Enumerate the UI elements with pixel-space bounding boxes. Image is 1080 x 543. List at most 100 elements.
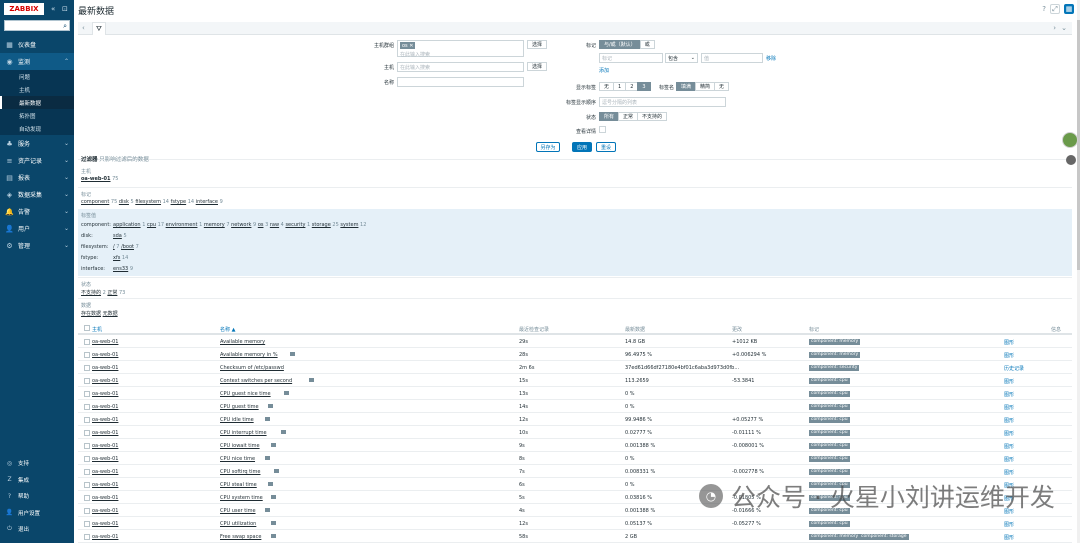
row-checkbox[interactable]	[84, 339, 90, 345]
nav-item[interactable]: ◈ 数据采集 ⌄	[0, 186, 74, 203]
nav-item[interactable]: ♣ 服务 ⌄	[0, 135, 74, 152]
show_tags_opts-option[interactable]: 3	[637, 82, 651, 91]
description-icon[interactable]	[274, 469, 280, 473]
help-icon[interactable]: ?	[1042, 5, 1046, 13]
row-host[interactable]: oa-web-01	[92, 365, 118, 371]
row-host[interactable]: oa-web-01	[92, 391, 118, 397]
row-name[interactable]: CPU iowait time	[220, 443, 260, 449]
bottom-nav-item[interactable]: ◎ 支持	[0, 455, 74, 472]
row-tag[interactable]: component: cpu	[809, 469, 850, 475]
row-graph-link[interactable]: 图形	[1004, 378, 1014, 385]
row-graph-link[interactable]: 图形	[1004, 391, 1014, 398]
description-icon[interactable]	[280, 430, 286, 434]
row-graph-link[interactable]: 图形	[1004, 430, 1014, 437]
collapse-sidebar-icon[interactable]: «	[51, 5, 55, 13]
row-checkbox[interactable]	[84, 404, 90, 410]
nav-item[interactable]: ≡ 资产记录 ⌄	[0, 152, 74, 169]
tag-value[interactable]: environment	[166, 222, 198, 228]
nav-item[interactable]: ▦ 仪表盘	[0, 36, 74, 53]
tag_name_opts-option[interactable]: 填满	[676, 82, 697, 91]
description-icon[interactable]	[290, 352, 296, 356]
host-input[interactable]: 在此输入搜索	[397, 62, 524, 72]
tag-value[interactable]: xfs	[113, 255, 120, 261]
row-host[interactable]: oa-web-01	[92, 495, 118, 501]
row-graph-link[interactable]: 图形	[1004, 456, 1014, 463]
chevron-down-icon[interactable]: ⌄	[1061, 24, 1067, 32]
bottom-nav-item[interactable]: 👤 用户设置	[0, 505, 74, 522]
row-tag[interactable]: component: storage	[859, 534, 909, 540]
row-name[interactable]: Available memory	[220, 339, 265, 345]
bottom-nav-item[interactable]: ⏻ 退出	[0, 521, 74, 538]
row-tag[interactable]: component: cpu	[809, 521, 850, 527]
subfilter-host[interactable]: oa-web-01	[81, 176, 111, 182]
row-tag[interactable]: component: security	[809, 365, 860, 371]
tag-value[interactable]: /	[113, 244, 115, 250]
description-icon[interactable]	[264, 417, 270, 421]
row-name[interactable]: CPU system time	[220, 495, 263, 501]
row-name[interactable]: CPU guest time	[220, 404, 259, 410]
row-name[interactable]: CPU interrupt time	[220, 430, 267, 436]
row-name[interactable]: CPU guest nice time	[220, 391, 271, 397]
row-tag[interactable]: component: cpu	[809, 378, 850, 384]
row-tag[interactable]: component: memory	[809, 352, 861, 358]
row-name[interactable]: CPU nice time	[220, 456, 255, 462]
remove-tag-link[interactable]: 移除	[766, 55, 776, 62]
row-host[interactable]: oa-web-01	[92, 534, 118, 540]
tag-operator-select[interactable]: 包含 ⌄	[665, 53, 698, 63]
row-name[interactable]: Checksum of /etc/passwd	[220, 365, 284, 371]
submenu-item[interactable]: 主机	[0, 83, 74, 96]
kiosk-icon[interactable]: ⊡	[62, 5, 68, 13]
row-graph-link[interactable]: 图形	[1004, 339, 1014, 346]
row-checkbox[interactable]	[84, 417, 90, 423]
tag-value[interactable]: cpu	[147, 222, 156, 228]
row-name[interactable]: CPU idle time	[220, 417, 254, 423]
row-checkbox[interactable]	[84, 508, 90, 514]
description-icon[interactable]	[271, 443, 277, 447]
row-name[interactable]: CPU softirq time	[220, 469, 260, 475]
kiosk-mode-icon[interactable]: ▦	[1064, 4, 1074, 14]
subfilter-tag[interactable]: interface	[196, 199, 218, 205]
nav-item[interactable]: ◉ 监测 ⌃	[0, 53, 74, 70]
subfilter-tag[interactable]: disk	[119, 199, 129, 205]
row-graph-link[interactable]: 图形	[1004, 404, 1014, 411]
description-icon[interactable]	[264, 456, 270, 460]
row-host[interactable]: oa-web-01	[92, 417, 118, 423]
fullscreen-icon[interactable]: ⤢	[1050, 4, 1060, 14]
name-input[interactable]	[397, 77, 524, 87]
row-graph-link[interactable]: 图形	[1004, 521, 1014, 528]
row-name[interactable]: Free swap space	[220, 534, 261, 540]
description-icon[interactable]	[264, 508, 270, 512]
subfilter-data[interactable]: 无数据	[103, 311, 118, 317]
tag-value-input[interactable]: 值	[701, 53, 763, 63]
row-tag[interactable]: component: cpu	[809, 456, 850, 462]
row-checkbox[interactable]	[84, 365, 90, 371]
apply-button[interactable]: 应用	[572, 142, 592, 152]
tag-value[interactable]: security	[285, 222, 305, 228]
row-graph-link[interactable]: 图形	[1004, 352, 1014, 359]
header-name[interactable]: 名称 ▲	[220, 326, 235, 333]
bottom-nav-item[interactable]: ? 帮助	[0, 488, 74, 505]
tag-priority-input[interactable]: 逗号分隔的列表	[599, 97, 726, 107]
row-name[interactable]: CPU steal time	[220, 482, 257, 488]
row-tag[interactable]: component: cpu	[809, 443, 850, 449]
row-checkbox[interactable]	[84, 378, 90, 384]
row-tag[interactable]: component: cpu	[809, 404, 850, 410]
tag-value[interactable]: ens33	[113, 266, 128, 272]
filter-icon[interactable]: ⛛	[92, 22, 106, 35]
row-host[interactable]: oa-web-01	[92, 378, 118, 384]
submenu-item[interactable]: 自动发现	[0, 122, 74, 135]
tag-value[interactable]: sda	[113, 233, 122, 239]
add-tag-link[interactable]: 添加	[599, 67, 609, 74]
row-host[interactable]: oa-web-01	[92, 508, 118, 514]
tag_name_opts-option[interactable]: 无	[714, 82, 730, 91]
tag-value[interactable]: network	[231, 222, 251, 228]
row-tag[interactable]: component: cpu	[809, 417, 850, 423]
row-host[interactable]: oa-web-01	[92, 482, 118, 488]
row-tag[interactable]: component: memory	[809, 339, 861, 345]
tag-value[interactable]: application	[113, 222, 141, 228]
row-tag[interactable]: component: cpu	[809, 391, 850, 397]
nav-item[interactable]: ▤ 报表 ⌄	[0, 169, 74, 186]
description-icon[interactable]	[271, 521, 277, 525]
save-as-button[interactable]: 另存为	[536, 142, 560, 152]
select-all-checkbox[interactable]	[84, 325, 90, 331]
